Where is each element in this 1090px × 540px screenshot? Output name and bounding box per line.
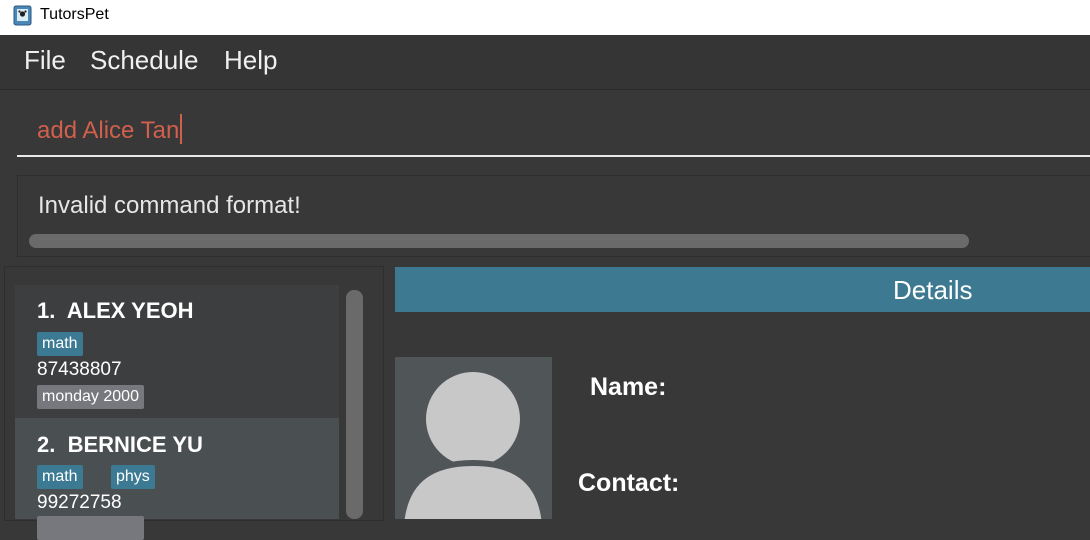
command-input-field[interactable]: add Alice Tan <box>17 90 1090 158</box>
app-logo-icon <box>13 5 32 26</box>
student-list-scrollbar[interactable] <box>346 290 363 519</box>
menu-help[interactable]: Help <box>224 45 277 76</box>
command-text: add Alice Tan <box>37 117 180 144</box>
menu-file[interactable]: File <box>24 45 66 76</box>
contact-label: Contact: <box>578 469 680 497</box>
name-label: Name: <box>590 373 667 401</box>
lesson-tag: monday 2000 <box>37 385 144 409</box>
window-title: TutorsPet <box>40 6 109 23</box>
subject-tag: math <box>37 332 83 356</box>
command-input-text[interactable]: add Alice Tan <box>37 114 183 145</box>
result-message: Invalid command format! <box>38 192 301 219</box>
student-phone: 87438807 <box>37 359 122 380</box>
menu-bar: File Schedule Help <box>0 35 1090 90</box>
result-display: Invalid command format! <box>17 175 1090 257</box>
lesson-tag <box>37 516 144 540</box>
student-name: 2. BERNICE YU <box>37 432 203 457</box>
student-phone: 99272758 <box>37 492 122 513</box>
person-avatar-icon <box>398 372 548 519</box>
result-scrollbar[interactable] <box>29 234 969 248</box>
subject-tag: math <box>37 465 83 489</box>
window-titlebar: TutorsPet <box>0 0 1090 35</box>
student-name: 1. ALEX YEOH <box>37 298 194 323</box>
command-box: add Alice Tan <box>0 90 1090 164</box>
subject-tag: phys <box>111 465 155 489</box>
details-title: Details <box>893 275 973 305</box>
text-caret <box>180 114 183 144</box>
student-card[interactable]: 2. BERNICE YU math phys 99272758 <box>15 418 339 540</box>
command-input-underline <box>17 155 1090 157</box>
details-header: Details <box>395 267 1090 312</box>
menu-schedule[interactable]: Schedule <box>90 45 198 76</box>
student-card[interactable]: 1. ALEX YEOH math 87438807 monday 2000 <box>15 285 339 418</box>
avatar <box>395 357 552 519</box>
